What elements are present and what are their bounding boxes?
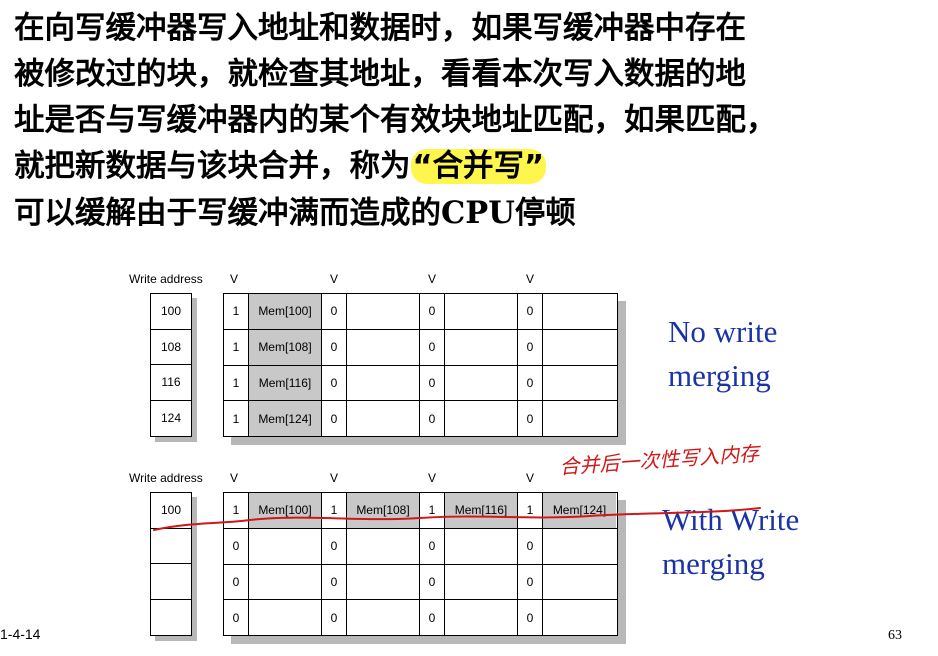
data-cell — [445, 294, 518, 329]
header-v: V — [330, 272, 339, 286]
data-cell — [543, 600, 616, 635]
buffer-row: 1 Mem[108] 0 0 0 — [224, 329, 617, 366]
valid-bit-cell: 0 — [518, 329, 543, 365]
caption-line: merging — [668, 358, 771, 393]
buffer-row: 1 Mem[100] 0 0 0 — [224, 294, 617, 330]
address-cell: 100 — [151, 294, 191, 330]
data-cell — [543, 330, 616, 365]
valid-bit-cell: 0 — [224, 564, 249, 600]
valid-bit-cell: 0 — [518, 600, 543, 635]
caption-line: No write — [668, 314, 778, 349]
valid-bit-cell: 0 — [322, 564, 347, 600]
data-cell — [347, 600, 420, 635]
caption-no-write-merging: No write merging — [668, 310, 777, 398]
valid-bit-cell: 0 — [420, 329, 445, 365]
data-cell — [347, 401, 420, 436]
valid-bit-cell: 0 — [518, 294, 543, 329]
text-line-4: 就把新数据与该块合并，称为“合并写” — [14, 144, 934, 190]
header-v: V — [428, 272, 437, 286]
data-cell — [347, 294, 420, 329]
address-cell: 124 — [160, 411, 182, 426]
valid-bit-cell: 0 — [322, 401, 347, 436]
data-cell — [445, 329, 518, 365]
address-cell: 116 — [151, 365, 191, 401]
data-cell — [347, 329, 420, 365]
valid-bit-cell: 0 — [322, 600, 347, 635]
data-cell — [445, 401, 518, 436]
valid-bit-cell: 0 — [224, 600, 249, 635]
buffer-row: 1 Mem[116] 0 0 0 — [224, 365, 617, 402]
valid-bit-cell: 0 — [518, 365, 543, 401]
text-line-5-tail: 停顿 — [514, 196, 576, 231]
data-cell — [445, 600, 518, 635]
main-paragraph: 在向写缓冲器写入地址和数据时，如果写缓冲器中存在 被修改过的块，就检查其地址，看… — [14, 6, 934, 237]
address-cell — [151, 600, 191, 636]
text-line-5-cpu: CPU — [441, 195, 515, 231]
data-cell: Mem[116] — [249, 365, 322, 401]
header-v: V — [230, 272, 239, 286]
text-line-3: 址是否与写缓冲器内的某个有效块地址匹配，如果匹配， — [14, 103, 777, 138]
valid-bit-cell: 0 — [322, 329, 347, 365]
data-cell — [347, 365, 420, 401]
text-line-4-lead: 就把新数据与该块合并，称为 — [14, 149, 411, 184]
buffer-row: 0 0 0 0 — [224, 600, 617, 635]
text-line-2: 被修改过的块，就检查其地址，看看本次写入数据的地 — [14, 57, 746, 92]
header-v: V — [526, 272, 535, 286]
data-cell — [249, 600, 322, 635]
valid-bit-cell: 0 — [420, 564, 445, 600]
footer-date: 1-4-14 — [0, 626, 41, 642]
header-write-address: Write address — [129, 272, 203, 286]
valid-bit-cell: 1 — [224, 329, 249, 365]
address-cell: 108 — [151, 330, 191, 365]
data-cell — [543, 294, 616, 329]
valid-bit-cell: 1 — [224, 401, 249, 436]
buffer-row: 0 0 0 0 — [224, 564, 617, 601]
text-line-5: 可以缓解由于写缓冲满而造成的CPU停顿 — [14, 190, 934, 237]
valid-bit-cell: 0 — [420, 600, 445, 635]
handwritten-annotation: 合并后一次性写入内存 — [153, 441, 763, 531]
data-cell — [543, 401, 616, 436]
text-line-1: 在向写缓冲器写入地址和数据时，如果写缓冲器中存在 — [14, 11, 746, 46]
buffer-row: 1 Mem[124] 0 0 0 — [224, 401, 617, 436]
valid-bit-cell: 0 — [420, 365, 445, 401]
caption-line: merging — [662, 546, 765, 581]
valid-bit-cell: 0 — [322, 294, 347, 329]
address-column: 100 108 116 124 — [150, 293, 192, 437]
data-cell: Mem[108] — [249, 329, 322, 365]
valid-bit-cell: 0 — [518, 564, 543, 600]
address-cell — [151, 564, 191, 600]
data-cell: Mem[124] — [249, 401, 322, 436]
data-cell — [543, 565, 616, 600]
underline-stroke — [153, 507, 761, 531]
handwritten-note: 合并后一次性写入内存 — [559, 441, 763, 479]
data-cell — [347, 564, 420, 600]
text-line-5-lead: 可以缓解由于写缓冲满而造成的 — [14, 196, 441, 231]
write-buffer: 1 Mem[100] 0 0 0 1 Mem[108] 0 0 0 1 Mem[… — [223, 293, 618, 437]
valid-bit-cell: 0 — [518, 401, 543, 436]
valid-bit-cell: 0 — [420, 294, 445, 329]
data-cell — [543, 366, 616, 401]
page-number: 63 — [888, 628, 902, 643]
data-cell: Mem[100] — [249, 294, 322, 329]
data-cell — [445, 564, 518, 600]
valid-bit-cell: 1 — [224, 365, 249, 401]
valid-bit-cell: 0 — [322, 365, 347, 401]
data-cell — [249, 564, 322, 600]
data-cell — [445, 365, 518, 401]
valid-bit-cell: 1 — [224, 294, 249, 329]
valid-bit-cell: 0 — [420, 401, 445, 436]
highlighted-term: “合并写” — [410, 149, 547, 184]
